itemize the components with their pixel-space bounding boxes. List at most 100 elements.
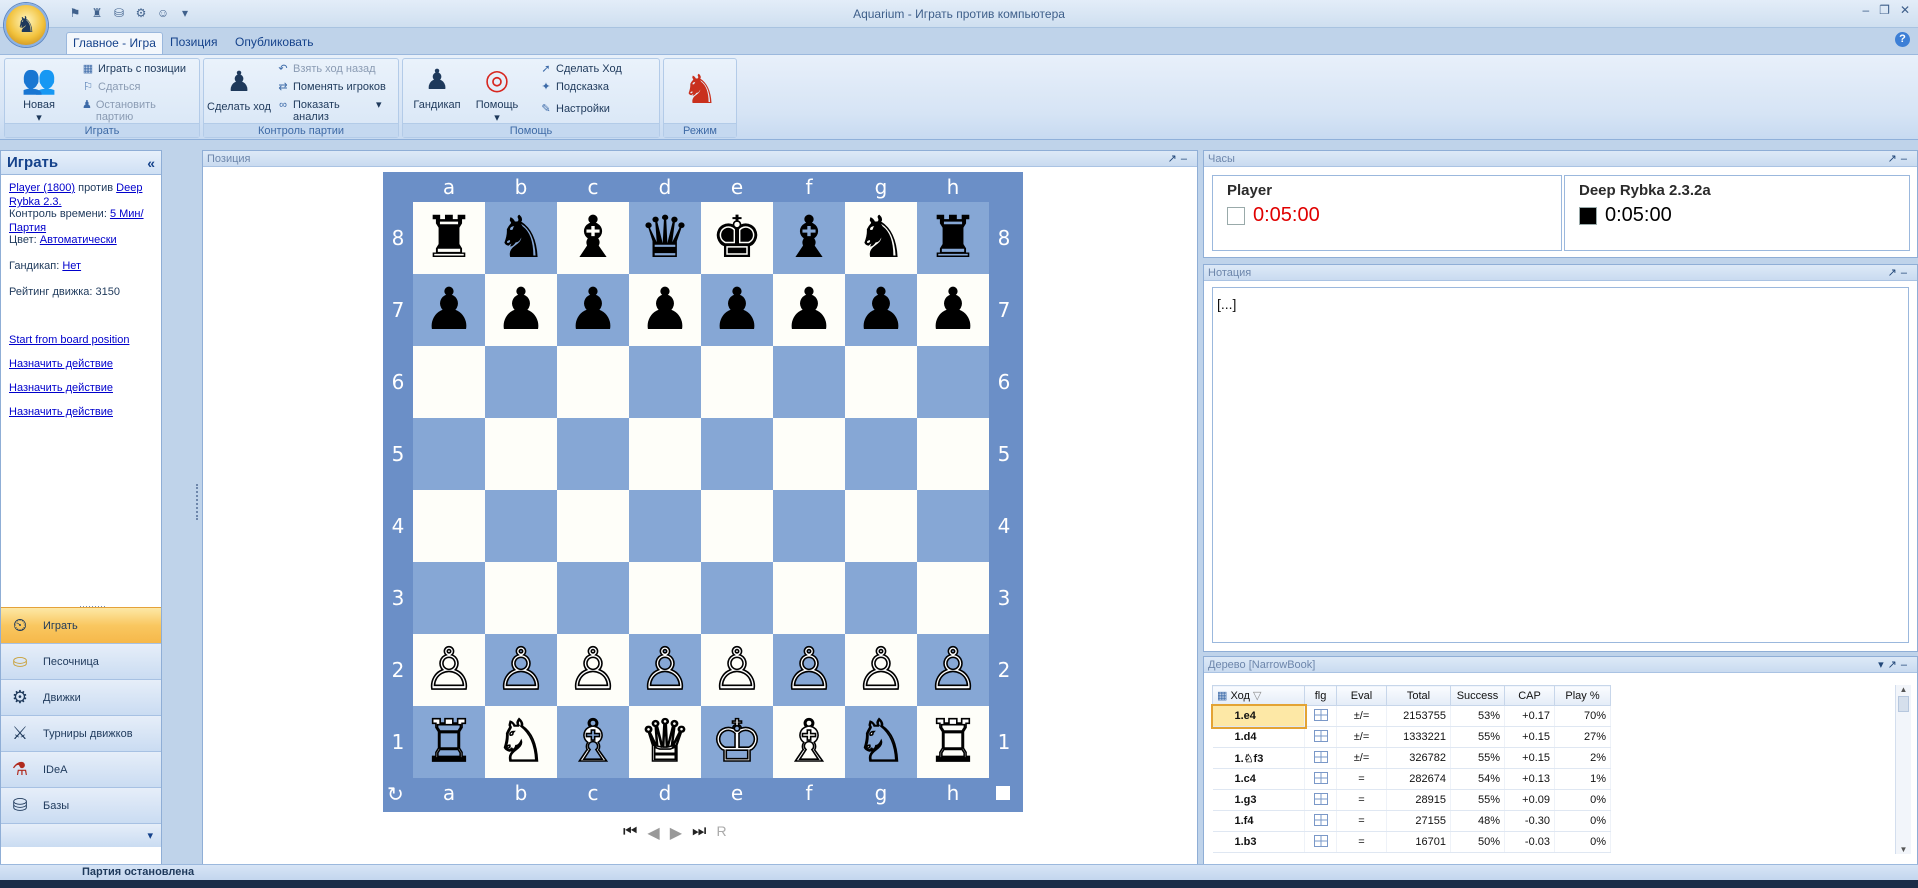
square-g2[interactable]: ♙ [845, 634, 917, 706]
notation-text[interactable]: [...] [1212, 287, 1909, 643]
square-f4[interactable] [773, 490, 845, 562]
help-button[interactable]: ◎ Помощь ▾ [469, 61, 525, 125]
white-piece[interactable]: ♗ [566, 712, 620, 772]
column-header-move[interactable]: ▦ Ход ▽ [1212, 685, 1305, 706]
square-h8[interactable]: ♜ [917, 202, 989, 274]
square-b1[interactable]: ♘ [485, 706, 557, 778]
first-move-icon[interactable]: ⏮ [623, 823, 637, 843]
square-e7[interactable]: ♟ [701, 274, 773, 346]
square-d7[interactable]: ♟ [629, 274, 701, 346]
start-from-position-link[interactable]: Start from board position [9, 334, 129, 346]
square-g7[interactable]: ♟ [845, 274, 917, 346]
square-d8[interactable]: ♛ [629, 202, 701, 274]
square-c6[interactable] [557, 346, 629, 418]
tab-publish[interactable]: Опубликовать [229, 32, 319, 54]
black-piece[interactable]: ♛ [639, 209, 691, 267]
scroll-up-icon[interactable]: ▲ [1896, 685, 1911, 694]
player-link[interactable]: Player (1800) [9, 182, 75, 194]
white-piece[interactable]: ♙ [782, 640, 836, 700]
square-f8[interactable]: ♝ [773, 202, 845, 274]
last-move-icon[interactable]: ⏭ [692, 823, 706, 843]
table-row[interactable]: 1.b3 = 16701 50% -0.03 0% [1212, 831, 1611, 853]
square-g8[interactable]: ♞ [845, 202, 917, 274]
white-piece[interactable]: ♙ [854, 640, 908, 700]
square-e3[interactable] [701, 562, 773, 634]
square-f3[interactable] [773, 562, 845, 634]
column-header-flag[interactable]: flg [1304, 685, 1337, 706]
scroll-down-icon[interactable]: ▼ [1896, 845, 1911, 854]
square-a2[interactable]: ♙ [413, 634, 485, 706]
panel-controls-icon[interactable]: ▾↗‒ [1878, 657, 1911, 673]
column-header-eval[interactable]: Eval [1336, 685, 1387, 706]
show-analysis-button[interactable]: ∞ Показать анализ ▾ [276, 99, 396, 123]
table-row[interactable]: 1.d4 ±/= 1333221 55% +0.15 27% [1212, 726, 1611, 748]
swap-players-button[interactable]: ⇄ Поменять игроков [276, 81, 385, 93]
column-header-play-pct[interactable]: Play % [1554, 685, 1611, 706]
square-c5[interactable] [557, 418, 629, 490]
square-d5[interactable] [629, 418, 701, 490]
tree-scrollbar[interactable]: ▲ ▼ [1895, 685, 1911, 854]
flag-grid-icon[interactable] [1313, 729, 1328, 742]
tab-main-game[interactable]: Главное - Игра [66, 32, 163, 54]
square-b3[interactable] [485, 562, 557, 634]
nav-item-databases[interactable]: ⛁ Базы [1, 787, 161, 823]
square-a1[interactable]: ♖ [413, 706, 485, 778]
black-piece[interactable]: ♜ [423, 209, 475, 267]
make-move-button[interactable]: ♟ Сделать ход [206, 63, 272, 114]
tab-position[interactable]: Позиция [164, 32, 223, 54]
black-piece[interactable]: ♞ [855, 209, 907, 267]
collapse-icon[interactable]: « [147, 151, 155, 175]
white-piece[interactable]: ♙ [926, 640, 980, 700]
white-piece[interactable]: ♗ [782, 712, 836, 772]
square-e6[interactable] [701, 346, 773, 418]
assign-action-link[interactable]: Назначить действие [9, 382, 113, 394]
square-e4[interactable] [701, 490, 773, 562]
handicap-button[interactable]: ♟ Гандикап [407, 61, 467, 112]
new-game-button[interactable]: 👥 Новая ▾ [9, 61, 69, 125]
black-piece[interactable]: ♞ [495, 209, 547, 267]
black-piece[interactable]: ♝ [783, 209, 835, 267]
square-g6[interactable] [845, 346, 917, 418]
close-icon[interactable]: ✕ [1900, 3, 1910, 17]
minimize-icon[interactable]: ‒ [1862, 3, 1869, 17]
flag-grid-icon[interactable] [1313, 834, 1328, 847]
black-piece[interactable]: ♜ [927, 209, 979, 267]
next-move-icon[interactable]: ▶ [670, 823, 682, 843]
square-c4[interactable] [557, 490, 629, 562]
assign-action-link[interactable]: Назначить действие [9, 358, 113, 370]
column-header-total[interactable]: Total [1386, 685, 1451, 706]
panel-controls-icon[interactable]: ↗‒ [1168, 151, 1191, 167]
square-b6[interactable] [485, 346, 557, 418]
rotate-board-icon[interactable]: ↻ [387, 782, 404, 807]
white-piece[interactable]: ♙ [566, 640, 620, 700]
square-c2[interactable]: ♙ [557, 634, 629, 706]
table-row[interactable]: 1.e4 ±/= 2153755 53% +0.17 70% [1210, 703, 1611, 729]
black-piece[interactable]: ♟ [783, 281, 835, 339]
replay-icon[interactable]: R [716, 823, 726, 843]
scroll-thumb[interactable] [1898, 696, 1909, 712]
black-piece[interactable]: ♟ [423, 281, 475, 339]
help-icon[interactable]: ? [1895, 32, 1910, 47]
app-logo-icon[interactable]: ♞ [4, 3, 48, 47]
square-a4[interactable] [413, 490, 485, 562]
square-f5[interactable] [773, 418, 845, 490]
square-e5[interactable] [701, 418, 773, 490]
square-g1[interactable]: ♘ [845, 706, 917, 778]
square-h5[interactable] [917, 418, 989, 490]
do-move-button[interactable]: ➚ Сделать Ход [539, 63, 621, 75]
square-e1[interactable]: ♔ [701, 706, 773, 778]
square-f7[interactable]: ♟ [773, 274, 845, 346]
square-f2[interactable]: ♙ [773, 634, 845, 706]
square-h7[interactable]: ♟ [917, 274, 989, 346]
nav-item-sandbox[interactable]: ⛀ Песочница [1, 643, 161, 679]
square-h6[interactable] [917, 346, 989, 418]
white-piece[interactable]: ♖ [926, 712, 980, 772]
nav-item-engine-tournaments[interactable]: ⚔ Турниры движков [1, 715, 161, 751]
flag-grid-icon[interactable] [1313, 708, 1328, 721]
square-b7[interactable]: ♟ [485, 274, 557, 346]
square-a8[interactable]: ♜ [413, 202, 485, 274]
restore-icon[interactable]: ❐ [1879, 3, 1890, 17]
square-g3[interactable] [845, 562, 917, 634]
table-row[interactable]: 1.g3 = 28915 55% +0.09 0% [1212, 789, 1611, 811]
black-piece[interactable]: ♟ [639, 281, 691, 339]
